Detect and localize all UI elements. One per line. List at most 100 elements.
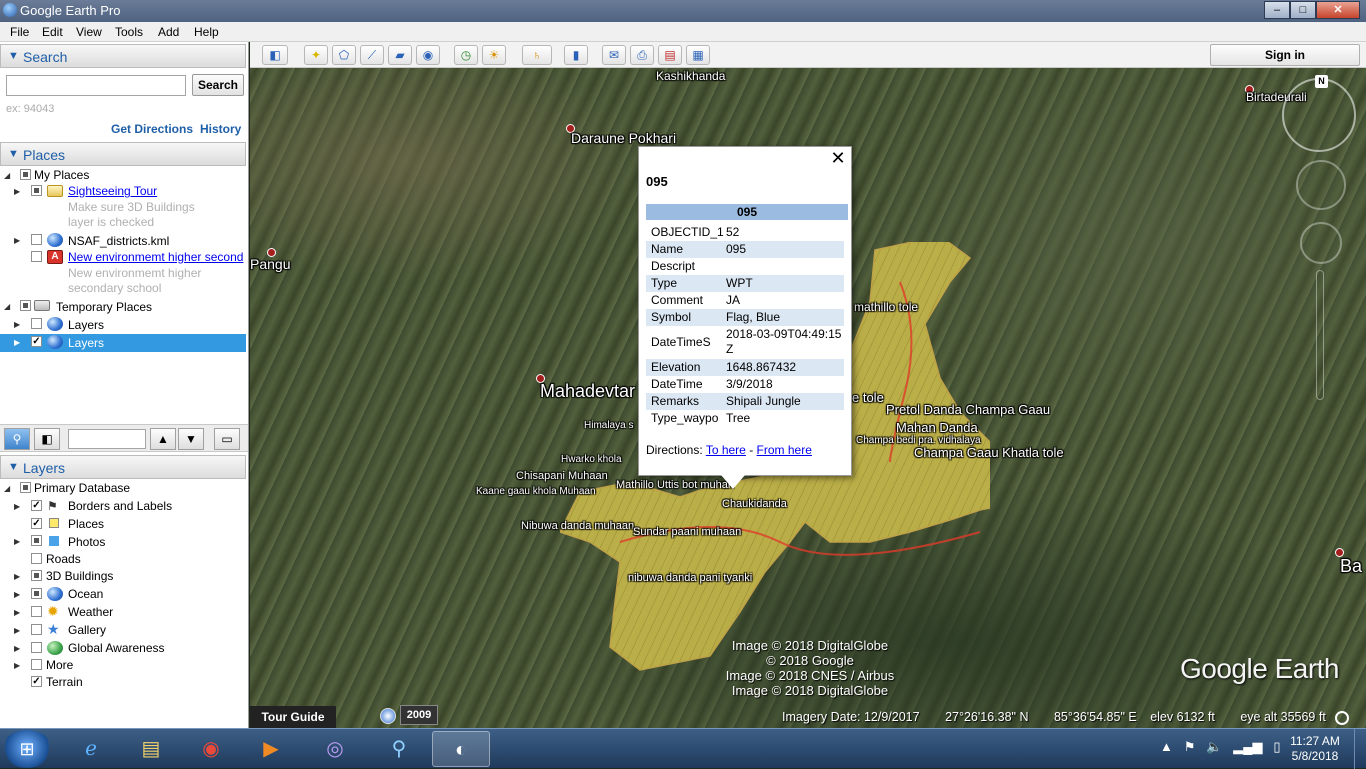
print-icon[interactable]: ⎙ [630,45,654,65]
expand-arrow-icon[interactable]: ▶ [14,661,20,670]
my-places-checkbox[interactable] [20,169,31,180]
look-joystick[interactable] [1296,160,1346,210]
expand-arrow-icon[interactable]: ▶ [14,236,20,245]
tree-item-sightseeing-tour[interactable]: Sightseeing Tour [68,184,157,201]
3d-buildings-checkbox[interactable] [31,570,42,581]
search-input[interactable] [6,75,186,96]
expand-arrow-icon[interactable]: ▶ [14,590,20,599]
expand-arrow-icon[interactable]: ▶ [14,626,20,635]
photos-checkbox[interactable] [31,535,42,546]
add-polygon-icon[interactable]: ⬠ [332,45,356,65]
show-desktop-button[interactable] [1354,729,1366,769]
expand-arrow-icon[interactable]: ▶ [14,608,20,617]
internet-explorer-icon[interactable]: ℯ [62,731,120,767]
ruler-icon[interactable]: ▮ [564,45,588,65]
view-in-maps-icon[interactable]: ▦ [686,45,710,65]
tree-item-layers-1[interactable]: Layers [68,318,104,335]
directions-from-here-link[interactable]: From here [757,443,812,457]
file-explorer-icon[interactable]: ▤ [122,731,180,767]
minimize-button[interactable]: – [1264,1,1290,19]
search-button[interactable]: Search [192,74,244,96]
borders-checkbox[interactable]: ✓ [31,500,42,511]
app-spiral-icon[interactable]: ◎ [306,731,364,767]
tree-item-my-places[interactable]: My Places [34,168,89,185]
balloon-close-icon[interactable]: ✕ [829,149,847,167]
layer-global-awareness[interactable]: Global Awareness [68,641,165,658]
gallery-checkbox[interactable] [31,624,42,635]
action-center-flag-icon[interactable]: ⚑ [1184,739,1196,754]
search-panel-header[interactable]: ▼ Search [0,44,246,68]
layer-3d-buildings[interactable]: 3D Buildings [46,569,113,586]
nsaf-checkbox[interactable] [31,234,42,245]
expand-arrow-icon[interactable]: ▶ [14,572,20,581]
layers-panel-header[interactable]: ▼ Layers [0,455,246,479]
weather-checkbox[interactable] [31,606,42,617]
primary-database-checkbox[interactable] [20,482,31,493]
system-clock[interactable]: 11:27 AM 5/8/2018 [1282,734,1348,764]
tour-guide-button[interactable]: Tour Guide [250,706,336,728]
sunlight-icon[interactable]: ☀ [482,45,506,65]
places-panel-header[interactable]: ▼ Places [0,142,246,166]
image-overlay-icon[interactable]: ▰ [388,45,412,65]
move-joystick[interactable] [1300,222,1342,264]
zoom-slider[interactable] [1316,270,1324,400]
expand-arrow-icon[interactable]: ▶ [14,537,20,546]
expand-arrow-icon[interactable]: ▶ [14,502,20,511]
get-directions-link[interactable]: Get Directions [111,122,193,136]
tree-item-layers-2[interactable]: Layers [68,336,104,353]
tree-item-nsaf-districts[interactable]: NSAF_districts.kml [68,234,169,251]
ocean-checkbox[interactable] [31,588,42,599]
menu-add[interactable]: Add [158,25,179,39]
menu-file[interactable]: File [10,25,29,39]
planets-icon[interactable]: ♄ [522,45,552,65]
email-icon[interactable]: ✉ [602,45,626,65]
roads-checkbox[interactable] [31,553,42,564]
menu-view[interactable]: View [76,25,102,39]
tree-item-school[interactable]: New environmemt higher second [68,250,243,267]
layer-weather[interactable]: Weather [68,605,113,622]
tree-item-temporary-places[interactable]: Temporary Places [56,300,152,317]
more-checkbox[interactable] [31,659,42,670]
places-layer-checkbox[interactable]: ✓ [31,518,42,529]
expand-arrow-icon[interactable]: ▶ [14,338,20,347]
move-down-icon[interactable]: ▼ [178,428,204,450]
show-hidden-icons-icon[interactable]: ▲ [1160,739,1173,754]
expand-arrow-icon[interactable]: ◢ [4,302,10,311]
google-earth-taskbar-icon[interactable]: ◐ [432,731,490,767]
directions-to-here-link[interactable]: To here [706,443,746,457]
magnifier-app-icon[interactable]: ⚲ [370,731,428,767]
menu-tools[interactable]: Tools [115,25,143,39]
save-image-icon[interactable]: ▤ [658,45,682,65]
record-tour-icon[interactable]: ◉ [416,45,440,65]
layer-borders-and-labels[interactable]: Borders and Labels [68,499,172,516]
places-filter-input[interactable] [68,429,146,449]
imagery-year-badge[interactable]: 2009 [400,705,438,725]
layers1-checkbox[interactable] [31,318,42,329]
expand-arrow-icon[interactable]: ▶ [14,320,20,329]
add-placemark-icon[interactable]: ✦ [304,45,328,65]
volume-icon[interactable]: 🔈 [1206,739,1222,754]
layer-terrain[interactable]: Terrain [46,675,83,692]
north-indicator[interactable]: N [1315,75,1328,88]
layer-gallery[interactable]: Gallery [68,623,106,640]
chrome-icon[interactable]: ◉ [182,731,240,767]
expand-arrow-icon[interactable]: ▶ [14,187,20,196]
expand-arrow-icon[interactable]: ◢ [4,484,10,493]
school-checkbox[interactable] [31,251,42,262]
move-up-icon[interactable]: ▲ [150,428,176,450]
history-link[interactable]: History [200,122,241,136]
sightseeing-checkbox[interactable] [31,185,42,196]
menu-edit[interactable]: Edit [42,25,63,39]
add-path-icon[interactable]: ⟋ [360,45,384,65]
layer-places[interactable]: Places [68,517,104,534]
sidebar-toggle-icon[interactable]: ◧ [262,45,288,65]
layer-roads[interactable]: Roads [46,552,81,569]
global-awareness-checkbox[interactable] [31,642,42,653]
expand-arrow-icon[interactable]: ◢ [4,171,10,180]
menu-help[interactable]: Help [194,25,219,39]
toggle-panel-icon[interactable]: ◧ [34,428,60,450]
terrain-checkbox[interactable]: ✓ [31,676,42,687]
media-player-icon[interactable]: ▶ [242,731,300,767]
compass-ring[interactable] [1282,78,1356,152]
power-icon[interactable]: ▯ [1273,739,1280,754]
